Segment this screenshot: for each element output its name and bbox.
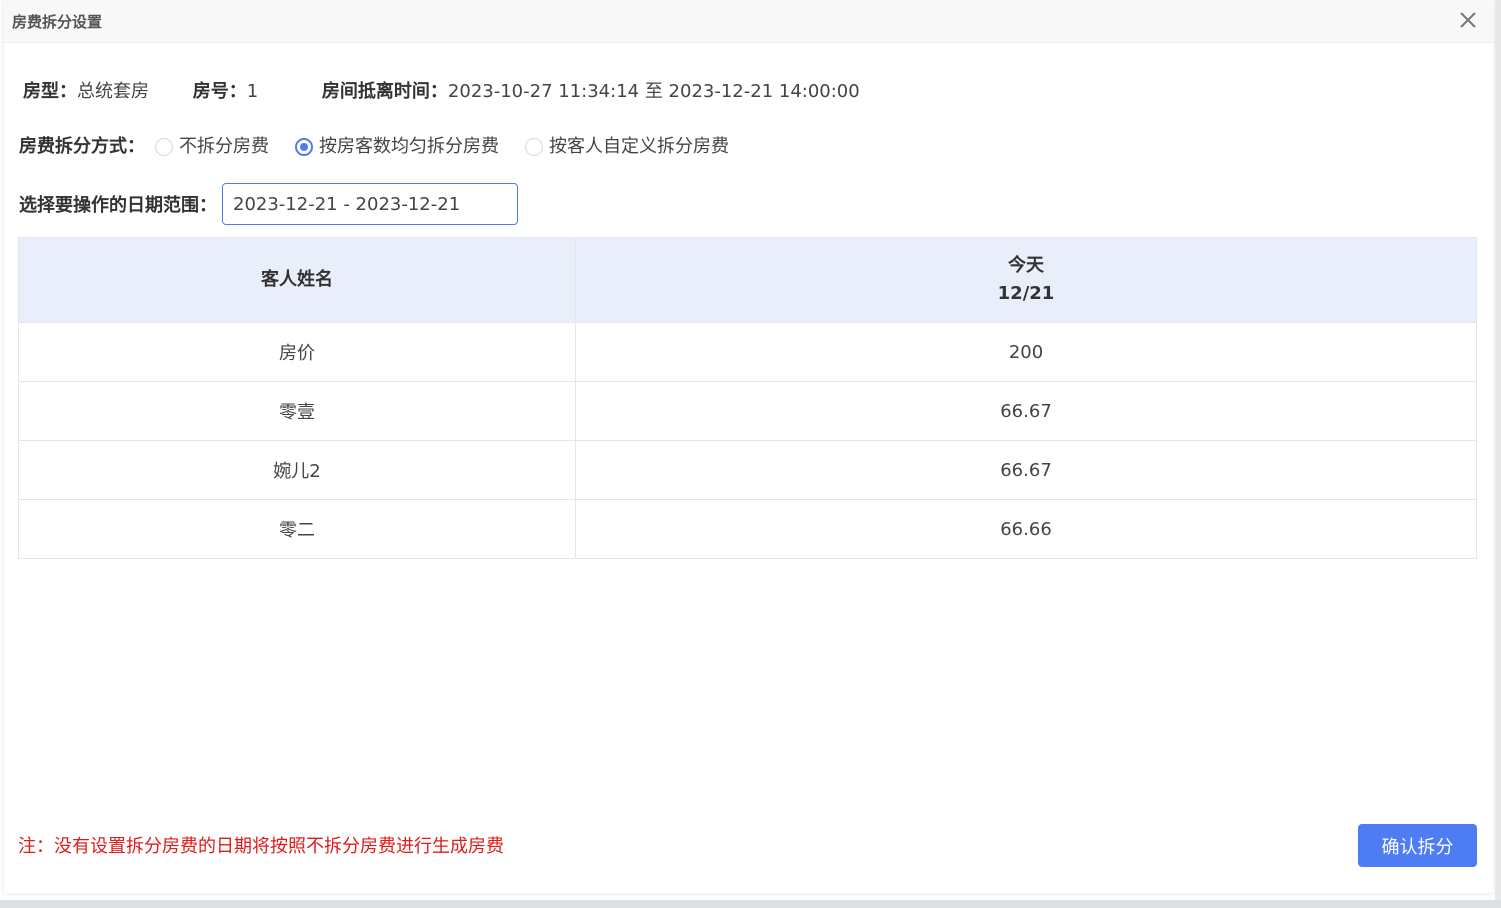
row-amount: 66.66	[575, 499, 1477, 559]
radio-split-custom[interactable]: 按客人自定义拆分房费	[525, 135, 729, 159]
room-period-label: 房间抵离时间：	[321, 81, 448, 102]
radio-no-split-label: 不拆分房费	[179, 136, 269, 157]
radio-no-split[interactable]: 不拆分房费	[155, 135, 269, 159]
header-date-label: 12/21	[997, 283, 1055, 304]
split-mode-row: 房费拆分方式： 不拆分房费 按房客数均匀拆分房费 按客人自定义拆分房费	[19, 135, 729, 159]
radio-circle-icon[interactable]	[525, 138, 543, 156]
room-number-value: 1	[246, 81, 259, 102]
row-name: 房价	[18, 322, 576, 382]
confirm-split-button[interactable]: 确认拆分	[1358, 824, 1477, 867]
row-name: 零二	[18, 499, 576, 559]
header-today: 今天 12/21	[575, 237, 1477, 323]
table-row: 婉儿2 66.67	[18, 440, 1477, 500]
date-range-input[interactable]	[222, 183, 518, 225]
table-header-row: 客人姓名 今天 12/21	[18, 237, 1477, 323]
split-note: 注：没有设置拆分房费的日期将按照不拆分房费进行生成房费	[18, 836, 504, 857]
row-amount: 200	[575, 322, 1477, 382]
dialog-title: 房费拆分设置	[12, 13, 103, 31]
room-number: 房号：1	[193, 80, 258, 104]
table-row: 房价 200	[18, 322, 1477, 382]
radio-circle-checked-icon[interactable]	[295, 138, 313, 156]
split-fee-dialog: 房费拆分设置 房型：总统套房 房号：1 房间抵离时间：2023-10-27 11…	[4, 0, 1493, 893]
table-row: 零二 66.66	[18, 499, 1477, 559]
room-type-label: 房型：	[23, 81, 77, 102]
close-icon[interactable]	[1455, 7, 1481, 33]
page-scrollbar[interactable]	[1495, 0, 1501, 900]
row-amount: 66.67	[575, 381, 1477, 441]
radio-split-custom-label: 按客人自定义拆分房费	[549, 136, 729, 157]
row-name: 婉儿2	[18, 440, 576, 500]
room-period-value: 2023-10-27 11:34:14 至 2023-12-21 14:00:0…	[447, 81, 860, 102]
room-number-label: 房号：	[192, 81, 247, 102]
row-name: 零壹	[18, 381, 576, 441]
background-strip	[0, 900, 1501, 908]
header-guest-name: 客人姓名	[18, 237, 576, 323]
date-range-label: 选择要操作的日期范围：	[19, 195, 217, 216]
radio-circle-icon[interactable]	[155, 138, 173, 156]
radio-split-evenly[interactable]: 按房客数均匀拆分房费	[295, 135, 499, 159]
date-range-row: 选择要操作的日期范围：	[19, 183, 518, 225]
split-table: 客人姓名 今天 12/21 房价 200 零壹 66.67 婉儿2 66.67	[18, 237, 1477, 559]
room-info-row: 房型：总统套房 房号：1 房间抵离时间：2023-10-27 11:34:14 …	[23, 80, 860, 104]
header-day-label: 今天	[1008, 255, 1044, 276]
split-mode-label: 房费拆分方式：	[19, 136, 145, 157]
radio-split-evenly-label: 按房客数均匀拆分房费	[319, 136, 499, 157]
room-type-value: 总统套房	[77, 81, 149, 102]
room-type: 房型：总统套房	[23, 80, 149, 104]
table-row: 零壹 66.67	[18, 381, 1477, 441]
row-amount: 66.67	[575, 440, 1477, 500]
dialog-header: 房费拆分设置	[4, 0, 1493, 43]
room-period: 房间抵离时间：2023-10-27 11:34:14 至 2023-12-21 …	[322, 80, 860, 104]
